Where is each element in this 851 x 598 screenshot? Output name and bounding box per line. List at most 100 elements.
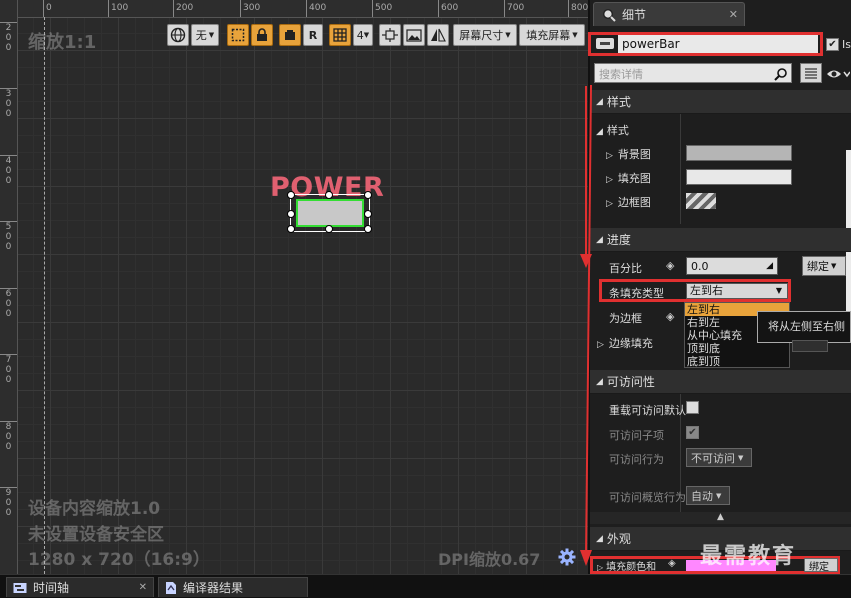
device-scale-label: 设备内容缩放1.0 <box>28 499 161 519</box>
tooltip: 将从左侧至右侧 <box>757 311 851 343</box>
bind-button[interactable]: 绑定 <box>804 558 838 573</box>
ruler-tick: 800 <box>0 421 17 452</box>
background-image-row[interactable]: ▷ 背景图 <box>606 146 651 162</box>
fill-image-swatch[interactable] <box>686 169 792 185</box>
eye-icon[interactable] <box>826 66 851 80</box>
ruler-tick: 100 <box>108 0 128 17</box>
ruler-tick: 900 <box>0 487 17 518</box>
ruler-tick: 600 <box>0 288 17 319</box>
ruler-tick: 300 <box>240 0 260 17</box>
box-select-icon[interactable] <box>227 24 249 46</box>
close-icon[interactable]: ✕ <box>729 8 738 21</box>
ruler-tick: 400 <box>306 0 326 17</box>
canvas-toolbar: 无 ▼ R 4 ▼ 屏幕尺寸 ▼ 填充屏幕 ▼ <box>167 24 585 46</box>
close-icon[interactable]: ✕ <box>139 582 147 593</box>
search-placeholder: 搜索详情 <box>599 68 643 81</box>
image-preview-icon[interactable] <box>403 24 425 46</box>
ruler-tick: 600 <box>438 0 458 17</box>
ruler-tick: 400 <box>0 155 17 186</box>
grid-size-dropdown[interactable]: 4 ▼ <box>353 24 373 46</box>
section-accessibility[interactable]: ◢ 可访问性 <box>590 370 851 394</box>
details-search-input[interactable]: 搜索详情 <box>594 63 792 83</box>
access-behavior-label: 可访问行为 <box>609 453 664 466</box>
ruler-tick: 300 <box>0 88 17 119</box>
access-behavior-dropdown[interactable]: 不可访问 ▼ <box>686 448 752 467</box>
screen-size-dropdown[interactable]: 屏幕尺寸 ▼ <box>453 24 517 46</box>
option-top-to-bottom[interactable]: 顶到底 <box>685 342 789 355</box>
is-marquee-label: 为边框 <box>609 312 642 325</box>
ruler-left: 200 300 400 500 600 700 800 900 <box>0 0 18 574</box>
ruler-tick: 700 <box>504 0 524 17</box>
column-divider <box>680 114 681 224</box>
relative-mode-button[interactable]: R <box>303 24 323 46</box>
is-variable-label: Is <box>842 38 851 51</box>
resize-handle[interactable] <box>325 225 333 233</box>
section-progress[interactable]: ◢ 进度 <box>590 228 851 252</box>
transform-mode-icon[interactable] <box>279 24 301 46</box>
border-image-swatch[interactable] <box>686 193 716 209</box>
designer-canvas[interactable] <box>0 0 588 574</box>
ruler-tick: 700 <box>0 354 17 385</box>
annotation-arrows <box>580 84 592 566</box>
diamond-icon: ◈ <box>668 558 676 569</box>
grid-snap-icon[interactable] <box>329 24 351 46</box>
background-image-swatch[interactable] <box>686 145 792 161</box>
compiler-icon <box>165 581 177 595</box>
access-children-checkbox[interactable]: ✔ <box>686 426 699 439</box>
collapse-advanced-icon[interactable]: ▲ <box>590 512 851 524</box>
fill-screen-dropdown[interactable]: 填充屏幕 ▼ <box>519 24 585 46</box>
power-bar-widget[interactable] <box>296 199 364 227</box>
ruler-top: 0 100 200 300 400 500 600 700 800 <box>0 0 588 18</box>
widget-type-icon <box>596 38 614 49</box>
resize-handle[interactable] <box>364 210 372 218</box>
summary-behavior-dropdown[interactable]: 自动 ▼ <box>686 486 730 505</box>
padding-field[interactable] <box>792 340 828 352</box>
option-bottom-to-top[interactable]: 底到顶 <box>685 355 789 368</box>
style-group[interactable]: ◢ 样式 <box>596 122 629 138</box>
respect-locks-icon[interactable] <box>379 24 401 46</box>
diamond-icon: ◈ <box>666 259 675 272</box>
tab-compiler-results[interactable]: 编译器结果 <box>158 577 308 597</box>
access-children-label: 可访问子项 <box>609 429 664 442</box>
resize-handle[interactable] <box>287 225 295 233</box>
tab-timeline[interactable]: 时间轴 ✕ <box>6 577 154 597</box>
resize-handle[interactable] <box>287 210 295 218</box>
fill-type-dropdown[interactable]: 左到右 ▼ <box>686 283 788 299</box>
widget-name-input[interactable]: powerBar <box>618 35 818 53</box>
ruler-tick: 800 <box>568 0 588 17</box>
fill-color-row[interactable]: ▷ 填充颜色和 <box>597 558 656 573</box>
tab-label: 细节 <box>622 8 647 22</box>
search-icon <box>602 8 616 22</box>
gear-icon[interactable] <box>558 548 576 566</box>
override-access-checkbox[interactable] <box>686 401 699 414</box>
ruler-tick: 0 <box>43 0 52 17</box>
tab-label: 编译器结果 <box>183 581 244 595</box>
ruler-tick: 500 <box>0 221 17 252</box>
section-style[interactable]: ◢ 样式 <box>590 90 851 114</box>
ruler-tick: 200 <box>173 0 193 17</box>
resize-handle[interactable] <box>287 191 295 199</box>
localization-dropdown[interactable]: 无 ▼ <box>191 24 219 46</box>
safe-zone-label: 未设置设备安全区 <box>28 525 164 545</box>
fill-image-row[interactable]: ▷ 填充图 <box>606 170 651 186</box>
tab-details[interactable]: 细节 ✕ <box>593 2 745 26</box>
summary-behavior-label: 可访问概览行为 <box>609 491 686 504</box>
percent-input[interactable]: 0.0 ◢ <box>686 257 778 275</box>
globe-icon[interactable] <box>167 24 189 46</box>
diamond-icon: ◈ <box>666 310 675 323</box>
percent-label: 百分比 <box>609 262 642 275</box>
border-padding-row[interactable]: ▷ 边缘填充 <box>597 335 653 351</box>
border-image-row[interactable]: ▷ 边框图 <box>606 194 651 210</box>
lock-icon[interactable] <box>251 24 273 46</box>
resize-handle[interactable] <box>364 191 372 199</box>
flip-icon[interactable] <box>427 24 449 46</box>
zoom-label: 缩放1:1 <box>28 32 97 53</box>
ruler-tick: 200 <box>0 22 17 53</box>
is-variable-checkbox[interactable]: ✔ <box>826 38 839 51</box>
property-matrix-icon[interactable] <box>800 63 822 83</box>
bind-button[interactable]: 绑定 ▼ <box>802 256 846 276</box>
search-icon <box>774 66 788 85</box>
timeline-icon <box>13 582 27 594</box>
resize-handle[interactable] <box>364 225 372 233</box>
resize-handle[interactable] <box>325 191 333 199</box>
